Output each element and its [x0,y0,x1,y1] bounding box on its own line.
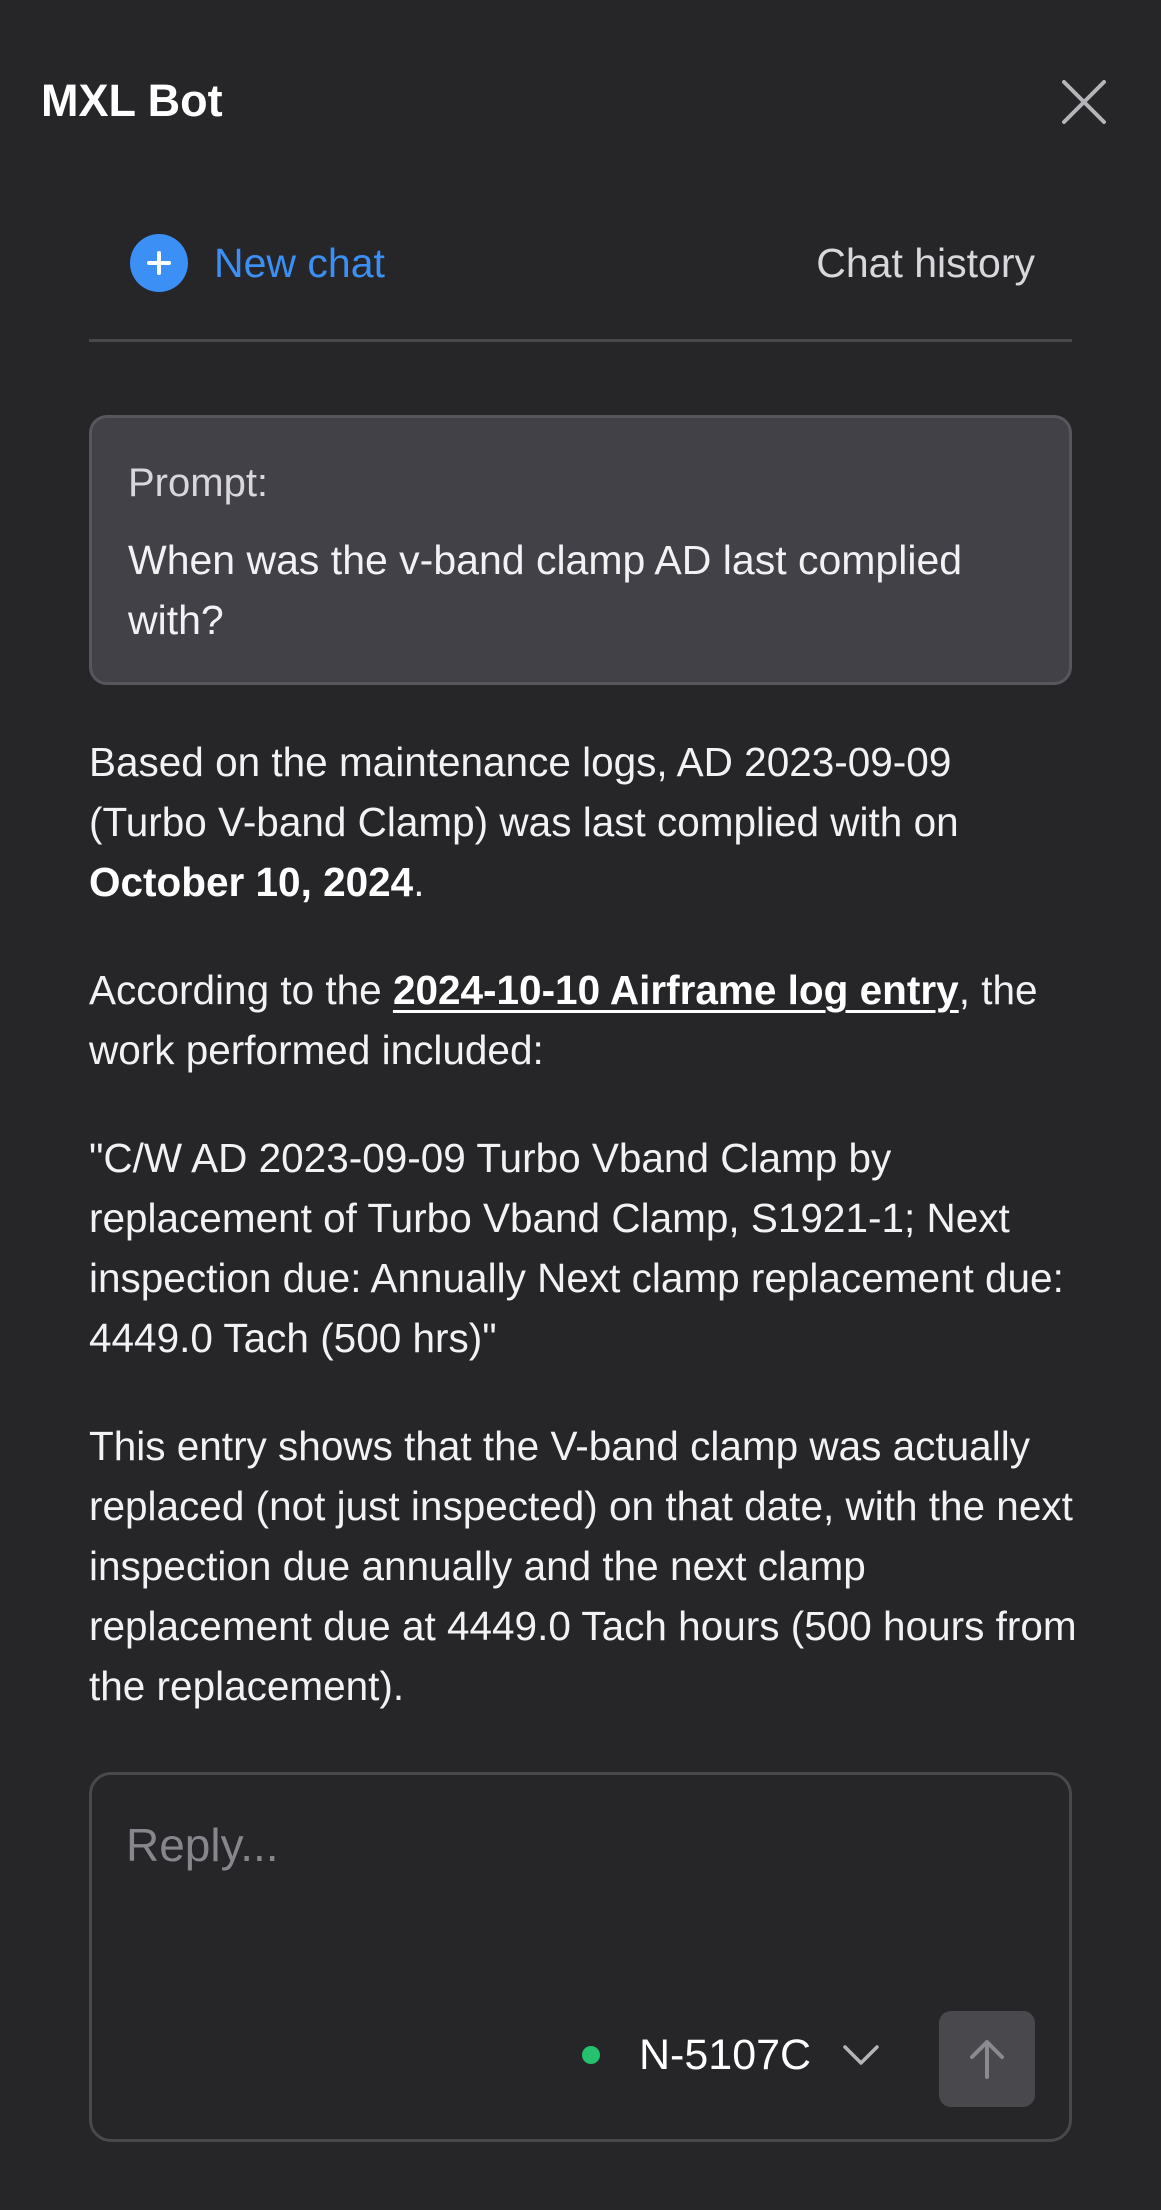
aircraft-selector[interactable]: N-5107C [582,2025,881,2085]
reply-input[interactable] [126,1805,1026,1885]
compliance-date: October 10, 2024 [89,859,414,905]
log-entry-link[interactable]: 2024-10-10 Airframe log entry [393,967,959,1013]
bot-response: Based on the maintenance logs, AD 2023-0… [89,732,1079,1764]
new-chat-button[interactable]: New chat [130,233,385,293]
chat-history-button[interactable]: Chat history [816,238,1035,288]
header: MXL Bot [0,0,1161,200]
app-title: MXL Bot [41,75,223,126]
prompt-card: Prompt: When was the v-band clamp AD las… [89,415,1072,685]
plus-circle-icon [130,234,188,292]
prompt-label: Prompt: [128,461,269,505]
arrow-up-icon [970,2040,1004,2079]
response-paragraph-2: According to the 2024-10-10 Airframe log… [89,967,1038,1073]
response-quote: "C/W AD 2023-09-09 Turbo Vband Clamp by … [89,1135,1064,1361]
aircraft-label: N-5107C [639,2031,812,2079]
chat-actions-bar: New chat Chat history [89,200,1072,342]
chevron-down-icon [841,2043,881,2067]
response-paragraph-4: This entry shows that the V-band clamp w… [89,1423,1077,1709]
close-icon [1062,80,1106,124]
send-button[interactable] [939,2011,1035,2107]
aircraft-status-dot [582,2046,600,2064]
prompt-text: When was the v-band clamp AD last compli… [128,537,963,643]
reply-box: N-5107C [89,1772,1072,2142]
response-paragraph-1: Based on the maintenance logs, AD 2023-0… [89,739,959,905]
close-button[interactable] [1054,72,1114,132]
new-chat-label: New chat [214,240,385,286]
